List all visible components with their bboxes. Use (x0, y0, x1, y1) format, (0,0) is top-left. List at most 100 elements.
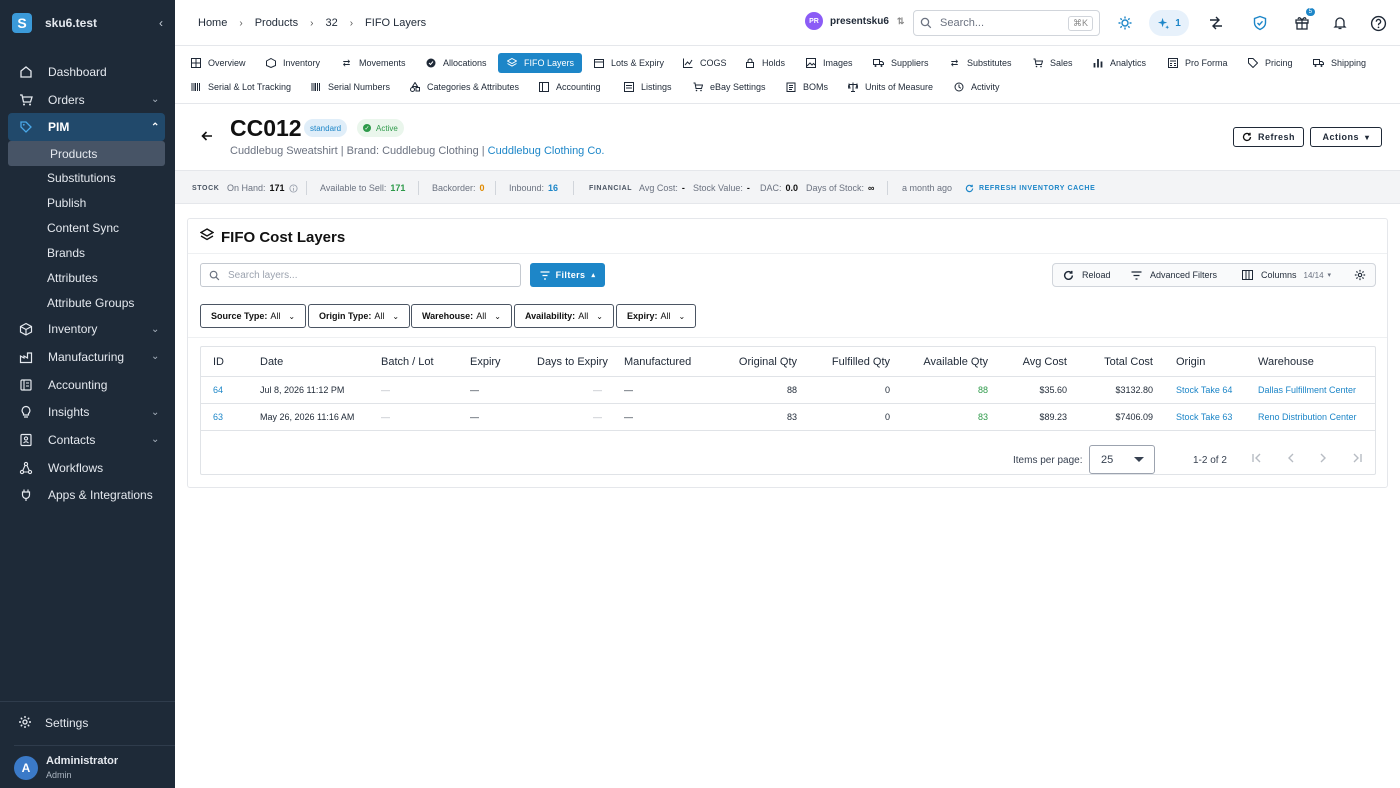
info-icon[interactable] (289, 183, 298, 193)
sidebar-item-contacts[interactable]: Contacts ⌄ (8, 426, 165, 454)
sidebar-subitem-substitutions[interactable]: Substitutions (8, 166, 165, 191)
columns-button[interactable]: Columns 14/14 ▾ (1242, 264, 1331, 286)
column-header-origin[interactable]: Origin (1176, 347, 1205, 376)
layer-origin-link[interactable]: Stock Take 63 (1176, 404, 1232, 430)
source-type-filter[interactable]: Source Type: All ⌄ (200, 304, 307, 328)
column-header-available-qty[interactable]: Available Qty (901, 347, 988, 376)
sidebar-subitem-attribute-groups[interactable]: Attribute Groups (8, 290, 165, 315)
tab-inventory[interactable]: Inventory (257, 53, 328, 73)
expiry-filter[interactable]: Expiry: All ⌄ (616, 304, 697, 328)
sidebar-item-insights[interactable]: Insights ⌄ (8, 398, 165, 426)
column-header-original-qty[interactable]: Original Qty (711, 347, 797, 376)
tab-activity[interactable]: Activity (945, 77, 1008, 97)
tab-pro-forma[interactable]: Pro Forma (1159, 53, 1236, 73)
sidebar-subitem-brands[interactable]: Brands (8, 241, 165, 266)
sidebar-item-dashboard[interactable]: Dashboard (8, 58, 165, 86)
reload-button[interactable]: Reload (1063, 264, 1111, 286)
refresh-button[interactable]: Refresh (1233, 127, 1304, 147)
sidebar-item-workflows[interactable]: Workflows (8, 454, 165, 482)
sidebar-item-accounting[interactable]: Accounting (8, 371, 165, 399)
tab-fifo-layers[interactable]: FIFO Layers (498, 53, 583, 73)
layer-search-input[interactable]: Search layers... (200, 263, 521, 287)
layer-warehouse-link[interactable]: Dallas Fulfillment Center (1258, 377, 1356, 403)
tab-serial-numbers[interactable]: Serial Numbers (302, 77, 398, 97)
column-header-avg-cost[interactable]: Avg Cost (991, 347, 1067, 376)
bell-icon[interactable] (1330, 13, 1350, 33)
advanced-filters-button[interactable]: Advanced Filters (1131, 264, 1217, 286)
column-header-id[interactable]: ID (213, 347, 224, 376)
tab-lots-expiry[interactable]: Lots & Expiry (585, 53, 672, 73)
tab-accounting[interactable]: Accounting (530, 77, 609, 97)
tab-shipping[interactable]: Shipping (1305, 53, 1374, 73)
table-settings-button[interactable] (1354, 264, 1366, 286)
layer-id-link[interactable]: 64 (213, 377, 223, 403)
sidebar-subitem-content-sync[interactable]: Content Sync (8, 216, 165, 241)
column-header-warehouse[interactable]: Warehouse (1258, 347, 1314, 376)
tab-allocations[interactable]: Allocations (417, 53, 495, 73)
tab-overview[interactable]: Overview (182, 53, 254, 73)
column-header-fulfilled-qty[interactable]: Fulfilled Qty (801, 347, 890, 376)
breadcrumb-home[interactable]: Home (198, 17, 227, 29)
sidebar-item-inventory[interactable]: Inventory ⌄ (8, 315, 165, 343)
gift-icon[interactable]: 5 (1292, 8, 1315, 33)
previous-page-icon[interactable] (1284, 451, 1298, 465)
first-page-icon[interactable] (1250, 451, 1264, 465)
tab-analytics[interactable]: Analytics (1084, 53, 1154, 73)
shield-icon[interactable] (1250, 13, 1270, 33)
sidebar-subitem-products[interactable]: Products (8, 141, 165, 166)
user-menu[interactable]: A Administrator Admin (14, 745, 175, 785)
global-search-input[interactable]: Search... ⌘K (913, 10, 1100, 36)
refresh-inventory-cache-button[interactable]: REFRESH INVENTORY CACHE (965, 171, 1095, 205)
layer-id-link[interactable]: 63 (213, 404, 223, 430)
column-header-date[interactable]: Date (260, 347, 283, 376)
tab-suppliers[interactable]: Suppliers (865, 53, 937, 73)
back-arrow-icon[interactable] (201, 130, 213, 145)
column-header-total-cost[interactable]: Total Cost (1071, 347, 1153, 376)
ai-assistant-button[interactable]: 1 (1149, 10, 1189, 36)
column-header-expiry[interactable]: Expiry (470, 347, 501, 376)
next-page-icon[interactable] (1316, 451, 1330, 465)
layer-available-qty: 83 (977, 412, 988, 422)
sidebar-item-settings[interactable]: Settings (0, 702, 175, 744)
availability-filter[interactable]: Availability: All ⌄ (514, 304, 614, 328)
collapse-sidebar-icon[interactable]: ‹ (159, 16, 163, 30)
tab-serial-lot-tracking[interactable]: Serial & Lot Tracking (182, 77, 299, 97)
items-per-page-select[interactable]: 25 (1089, 445, 1155, 474)
tab-categories-attributes[interactable]: Categories & Attributes (401, 77, 527, 97)
last-page-icon[interactable] (1349, 451, 1363, 465)
sun-icon[interactable] (1115, 13, 1135, 33)
tab-substitutes[interactable]: ⇄ Substitutes (941, 53, 1020, 73)
help-icon[interactable] (1368, 13, 1388, 33)
column-header-days-to-expiry[interactable]: Days to Expiry (537, 347, 608, 376)
brand-link[interactable]: Cuddlebug Clothing Co. (488, 145, 605, 157)
tab-sales[interactable]: Sales (1024, 53, 1081, 73)
app-logo[interactable]: S (12, 13, 32, 33)
column-header-manufactured[interactable]: Manufactured (624, 347, 691, 376)
breadcrumb-product-id[interactable]: 32 (325, 17, 337, 29)
tab-boms[interactable]: BOMs (777, 77, 836, 97)
sidebar-subitem-attributes[interactable]: Attributes (8, 266, 165, 291)
sidebar-item-apps-integrations[interactable]: Apps & Integrations (8, 481, 165, 509)
sidebar-item-manufacturing[interactable]: Manufacturing ⌄ (8, 343, 165, 371)
compare-icon[interactable] (1206, 13, 1226, 33)
layer-origin-link[interactable]: Stock Take 64 (1176, 377, 1232, 403)
tab-ebay-settings[interactable]: eBay Settings (684, 77, 774, 97)
tab-cogs[interactable]: COGS (674, 53, 735, 73)
store-switcher[interactable]: PR presentsku6 ⇅ (805, 12, 904, 30)
tab-images[interactable]: Images (797, 53, 861, 73)
sidebar-item-pim[interactable]: PIM ⌃ (8, 113, 165, 142)
tab-movements[interactable]: ⇄ Movements (333, 53, 414, 73)
tab-pricing[interactable]: Pricing (1239, 53, 1301, 73)
tab-holds[interactable]: Holds (736, 53, 793, 73)
sidebar-item-orders[interactable]: Orders ⌄ (8, 86, 165, 114)
layer-warehouse-link[interactable]: Reno Distribution Center (1258, 404, 1357, 430)
tab-units-of-measure[interactable]: Units of Measure (839, 77, 941, 97)
column-header-batch-lot[interactable]: Batch / Lot (381, 347, 434, 376)
actions-button[interactable]: Actions ▾ (1310, 127, 1382, 147)
warehouse-filter[interactable]: Warehouse: All ⌄ (411, 304, 512, 328)
sidebar-subitem-publish[interactable]: Publish (8, 191, 165, 216)
filters-button[interactable]: Filters ▴ (530, 263, 605, 287)
tab-listings[interactable]: Listings (615, 77, 680, 97)
breadcrumb-products[interactable]: Products (255, 17, 298, 29)
origin-type-filter[interactable]: Origin Type: All ⌄ (308, 304, 411, 328)
